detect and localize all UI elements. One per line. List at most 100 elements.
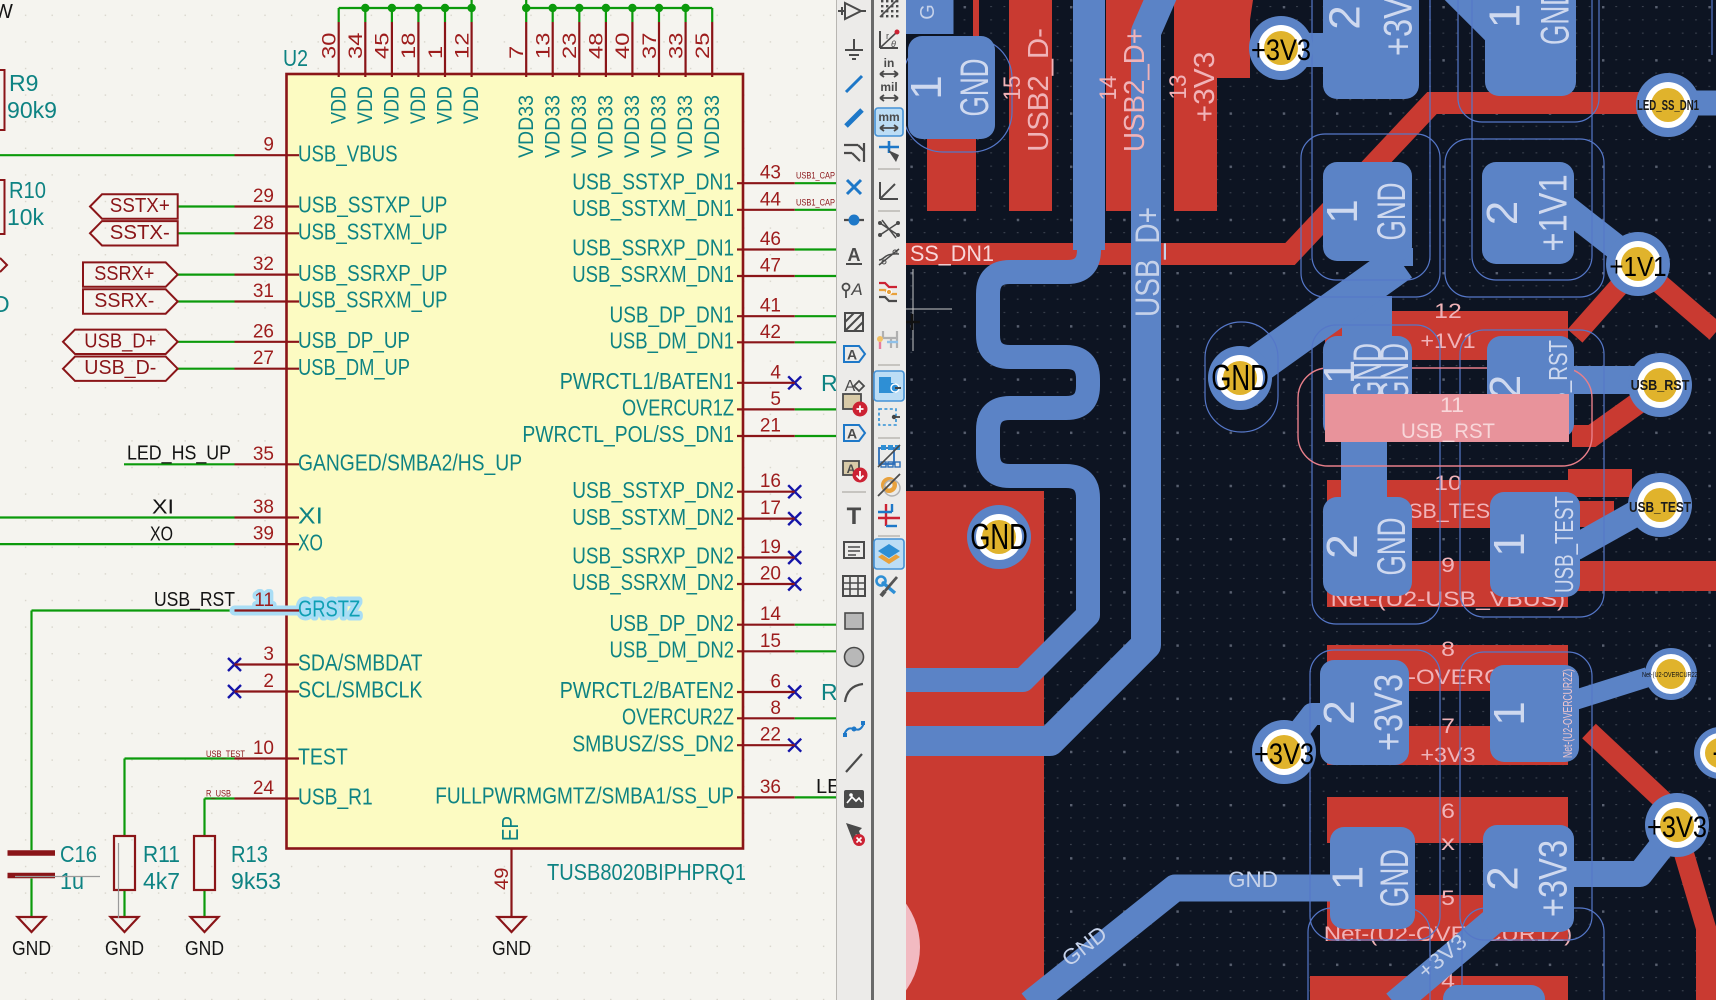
svg-text:USB_TEST: USB_TEST (1629, 499, 1691, 516)
svg-text:GND: GND (953, 59, 997, 117)
svg-text:10: 10 (1434, 472, 1462, 495)
svg-text:+3V3: +3V3 (1251, 34, 1311, 67)
svg-text:VDD33: VDD33 (595, 95, 618, 158)
svg-text:23: 23 (560, 33, 581, 59)
svg-text:1: 1 (1481, 4, 1530, 28)
svg-text:SCL/SMBCLK: SCL/SMBCLK (298, 677, 423, 703)
svg-text:x: x (1441, 832, 1455, 855)
svg-text:USB_D+: USB_D+ (1129, 207, 1167, 317)
svg-text:2: 2 (1321, 5, 1370, 29)
svg-text:LED_SS_DN1: LED_SS_DN1 (1637, 97, 1699, 114)
svg-text:+: + (1712, 735, 1716, 773)
svg-text:LED_HS_UP: LED_HS_UP (127, 443, 231, 465)
svg-text:9: 9 (263, 135, 274, 156)
svg-text:+3V3: +3V3 (1367, 674, 1411, 751)
svg-text:1: 1 (1318, 199, 1367, 223)
svg-text:USB_D-: USB_D- (84, 357, 156, 379)
svg-text:TUSB8020BIPHPRQ1: TUSB8020BIPHPRQ1 (547, 859, 746, 885)
svg-text:47: 47 (760, 256, 781, 277)
svg-text:USB_DP_DN1: USB_DP_DN1 (610, 301, 735, 327)
svg-text:R13: R13 (231, 841, 268, 867)
svg-text:42: 42 (760, 322, 781, 343)
svg-text:40: 40 (613, 33, 634, 59)
svg-text:2: 2 (1318, 534, 1367, 558)
svg-text:14: 14 (760, 604, 782, 625)
svg-text:33: 33 (666, 33, 687, 59)
svg-text:12: 12 (452, 33, 473, 59)
svg-text:VDD33: VDD33 (701, 95, 724, 158)
svg-text:USB_SSRXP_DN1: USB_SSRXP_DN1 (572, 235, 734, 261)
svg-text:USB1_CAP: USB1_CAP (796, 171, 835, 181)
svg-text:USB_DP_DN2: USB_DP_DN2 (610, 610, 735, 636)
svg-text:XO: XO (150, 524, 173, 546)
svg-text:USB_SSRXP_UP: USB_SSRXP_UP (298, 260, 447, 286)
svg-text:7: 7 (1441, 715, 1455, 738)
svg-text:1u: 1u (60, 868, 84, 894)
svg-text:VDD: VDD (460, 86, 483, 124)
svg-text:XI: XI (298, 503, 323, 529)
svg-text:GND: GND (1370, 518, 1414, 576)
svg-text:VDD: VDD (434, 86, 457, 124)
svg-text:VDD: VDD (354, 86, 377, 124)
svg-text:+1V1: +1V1 (1609, 251, 1666, 282)
svg-text:SSRX+: SSRX+ (94, 263, 154, 285)
svg-text:GND: GND (492, 938, 531, 960)
svg-text:28: 28 (253, 213, 274, 234)
svg-text:39: 39 (253, 524, 274, 545)
svg-text:41: 41 (760, 296, 781, 317)
svg-text:8: 8 (770, 698, 781, 719)
svg-text:PWRCTL2/BATEN2: PWRCTL2/BATEN2 (560, 677, 734, 703)
svg-text:7: 7 (507, 46, 528, 59)
svg-text:SS_DN1: SS_DN1 (910, 241, 994, 266)
svg-text:VDD: VDD (381, 86, 404, 124)
svg-text:GND: GND (105, 938, 144, 960)
svg-text:11: 11 (1440, 394, 1464, 417)
svg-text:VDD33: VDD33 (515, 95, 538, 158)
svg-text:18: 18 (399, 33, 420, 59)
svg-text:EP: EP (497, 816, 523, 841)
svg-text:SSRX-: SSRX- (94, 290, 154, 312)
svg-text:17: 17 (760, 498, 781, 519)
svg-text:5: 5 (1441, 887, 1455, 910)
svg-text:GND: GND (1228, 867, 1278, 892)
svg-text:+3V3: +3V3 (1647, 811, 1707, 844)
svg-text:6: 6 (770, 672, 781, 693)
svg-text:USB2_D+: USB2_D+ (1119, 28, 1151, 152)
svg-text:2: 2 (1315, 700, 1364, 724)
svg-text:PWRCTL_POL/SS_DN1: PWRCTL_POL/SS_DN1 (522, 421, 734, 447)
svg-text:GND: GND (185, 938, 224, 960)
svg-text:+3V3: +3V3 (1420, 744, 1475, 767)
svg-text:T: T (847, 503, 862, 530)
svg-text:VDD33: VDD33 (621, 95, 644, 158)
svg-text:+3V3: +3V3 (1376, 0, 1420, 56)
svg-text:GND: GND (1373, 849, 1417, 907)
svg-text:1: 1 (1485, 701, 1534, 725)
svg-text:2: 2 (263, 671, 274, 692)
svg-text:LE: LE (816, 776, 836, 798)
svg-text:26: 26 (253, 321, 274, 342)
svg-text:W: W (0, 1, 13, 23)
svg-text:θ: θ (891, 39, 896, 49)
svg-text:R9: R9 (9, 70, 38, 96)
svg-text:USB_DM_UP: USB_DM_UP (298, 354, 410, 380)
svg-text:+1V1: +1V1 (1532, 174, 1576, 251)
svg-text:44: 44 (760, 189, 782, 210)
svg-text:USB_DM_DN1: USB_DM_DN1 (610, 328, 735, 354)
svg-text:VDD: VDD (327, 86, 350, 124)
svg-text:USB_SSRXP_DN2: USB_SSRXP_DN2 (572, 543, 734, 569)
svg-text:13: 13 (1165, 75, 1192, 100)
svg-text:USB_SSRXM_DN1: USB_SSRXM_DN1 (572, 261, 734, 287)
svg-text:8: 8 (1441, 638, 1455, 661)
svg-text:A: A (847, 347, 857, 363)
svg-text:GND: GND (1534, 0, 1578, 45)
svg-text:A: A (848, 245, 861, 265)
svg-text:37: 37 (640, 33, 661, 59)
svg-text:21: 21 (760, 416, 781, 437)
svg-text:USB_SSTXP_DN1: USB_SSTXP_DN1 (572, 168, 734, 194)
svg-text:+3V3: +3V3 (1532, 840, 1576, 917)
svg-text:A: A (847, 426, 857, 442)
svg-text:2: 2 (1479, 866, 1528, 890)
svg-text:USB_RST: USB_RST (1631, 377, 1690, 394)
svg-text:GND: GND (1211, 357, 1269, 398)
svg-text:SDA/SMBDAT: SDA/SMBDAT (298, 650, 423, 676)
